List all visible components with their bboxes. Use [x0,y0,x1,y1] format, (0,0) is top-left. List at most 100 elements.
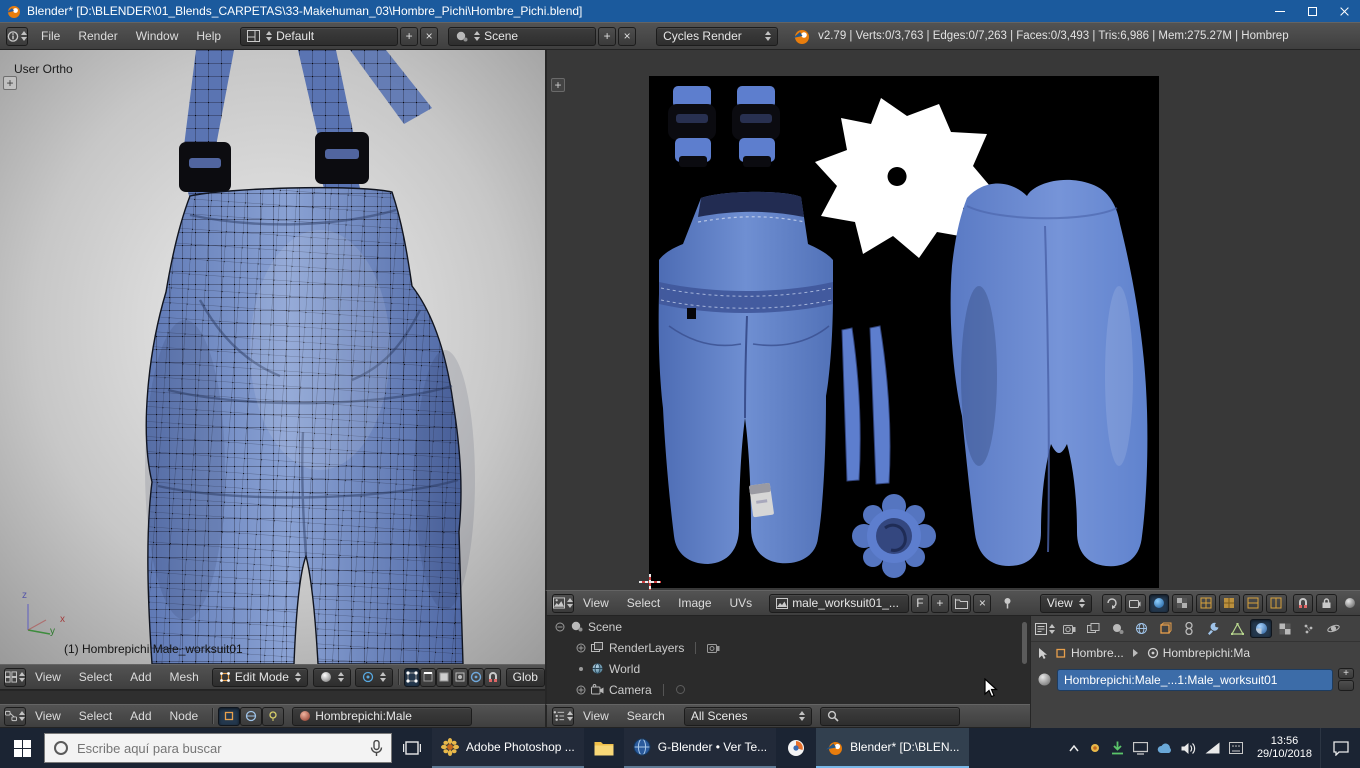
tab-scene[interactable] [1106,619,1128,638]
unlink-image-button[interactable]: × [973,594,991,613]
node-menu-view[interactable]: View [26,705,70,727]
tray-display-icon[interactable] [1133,742,1148,755]
viewport-shading-selector[interactable] [313,668,351,687]
v3d-menu-view[interactable]: View [26,665,70,689]
shader-type-lamp-button[interactable] [262,707,284,726]
uv-menu-view[interactable]: View [574,591,618,615]
editor-type-outliner[interactable] [552,707,574,726]
tile-button-3[interactable] [1243,594,1263,613]
tab-physics[interactable] [1322,619,1344,638]
outliner-filter-selector[interactable]: All Scenes [684,707,812,726]
editor-type-image[interactable] [552,594,574,613]
scene-field[interactable]: Scene [448,27,596,46]
tray-volume-icon[interactable] [1181,742,1196,755]
editor-type-properties[interactable] [1034,619,1056,638]
tab-texture[interactable] [1274,619,1296,638]
menu-file[interactable]: File [32,23,69,49]
outliner-search-field[interactable] [820,707,960,726]
edge-select-button[interactable] [420,668,436,687]
uv-image-editor[interactable]: + [545,50,1360,590]
scopes-button[interactable] [1340,594,1360,613]
editor-type-node[interactable] [4,707,26,726]
microphone-icon[interactable] [370,740,383,757]
taskbar-file-explorer[interactable] [584,728,624,768]
outliner[interactable]: Scene RenderLayers World Camera [545,616,1030,704]
close-button[interactable] [1328,0,1360,22]
outliner-menu-search[interactable]: Search [618,705,674,727]
tab-object[interactable] [1154,619,1176,638]
delete-scene-button[interactable]: × [618,27,636,46]
screen-layout-field[interactable]: Default [240,27,398,46]
add-scene-button[interactable]: + [598,27,616,46]
taskbar-search[interactable] [44,733,392,763]
uv-toolbar-expand-button[interactable]: + [551,78,565,92]
breadcrumb-object[interactable]: Hombre... [1055,646,1124,660]
tile-button-4[interactable] [1266,594,1286,613]
node-menu-node[interactable]: Node [161,705,208,727]
menu-help[interactable]: Help [187,23,230,49]
datablock-name-field[interactable]: Hombrepichi:Male_...1:Male_worksuit01 [1057,669,1333,691]
tab-render[interactable] [1058,619,1080,638]
v3d-menu-select[interactable]: Select [70,665,121,689]
shader-type-object-button[interactable] [218,707,240,726]
image-datablock-field[interactable]: male_worksuit01_... [769,594,909,613]
taskbar-app-blender[interactable]: Blender* [D:\BLEN... [816,728,968,768]
tab-constraints[interactable] [1178,619,1200,638]
display-channels-color-button[interactable] [1149,594,1169,613]
taskbar-app-browser-gblender[interactable]: G-Blender • Ver Te... [624,728,776,768]
viewport-3d[interactable]: User Ortho + z y x (1) Hombrepichi:Male_… [0,50,545,664]
proportional-edit-button[interactable] [468,668,484,687]
tab-world[interactable] [1130,619,1152,638]
tile-button-1[interactable] [1196,594,1216,613]
node-menu-select[interactable]: Select [70,705,121,727]
uv-menu-uvs[interactable]: UVs [721,591,762,615]
tab-particles[interactable] [1298,619,1320,638]
display-channels-alpha-button[interactable] [1172,594,1192,613]
outliner-scrollbar[interactable] [1022,622,1027,664]
tray-cloud-icon[interactable] [1157,743,1172,754]
new-image-button[interactable]: + [931,594,949,613]
taskbar-app-browser2[interactable] [776,728,816,768]
vertex-select-button[interactable] [404,668,420,687]
pointer-icon[interactable] [1037,647,1050,660]
properties-editor[interactable]: Hombre... Hombrepichi:Ma Hombrepichi:Mal… [1030,616,1360,728]
editor-type-selector[interactable] [6,27,28,46]
uv-menu-select[interactable]: Select [618,591,669,615]
minimize-button[interactable] [1264,0,1296,22]
outliner-row-world[interactable]: World [547,658,1030,679]
snap-uv-button[interactable] [1293,594,1313,613]
outliner-row-scene[interactable]: Scene [547,616,1030,637]
taskbar-app-photoshop[interactable]: Adobe Photoshop ... [432,728,584,768]
taskbar-clock[interactable]: 13:56 29/10/2018 [1249,735,1320,761]
task-view-button[interactable] [392,728,432,768]
v3d-menu-mesh[interactable]: Mesh [161,665,208,689]
tray-caret-icon[interactable] [1069,745,1079,752]
start-button[interactable] [0,728,44,768]
v3d-menu-add[interactable]: Add [121,665,160,689]
fake-user-button[interactable]: F [911,594,929,613]
shader-type-world-button[interactable] [240,707,262,726]
add-layout-button[interactable]: + [400,27,418,46]
transform-orientation-selector[interactable]: Glob [506,668,545,687]
restrict-icon[interactable] [675,684,686,695]
taskbar-search-input[interactable] [77,741,362,756]
pin-image-button[interactable] [997,594,1017,613]
tab-modifiers[interactable] [1202,619,1224,638]
material-datablock-field[interactable]: Hombrepichi:Male [292,707,472,726]
node-editor-area[interactable] [0,690,545,704]
tab-render-layers[interactable] [1082,619,1104,638]
maximize-button[interactable] [1296,0,1328,22]
delete-layout-button[interactable]: × [420,27,438,46]
tray-keyboard-icon[interactable] [1229,742,1243,754]
datablock-extra-button[interactable] [1338,680,1354,691]
tab-material[interactable] [1250,619,1272,638]
image-editor-mode-selector[interactable]: View [1040,594,1092,613]
render-slot-button[interactable] [1125,594,1145,613]
render-engine-selector[interactable]: Cycles Render [656,27,778,46]
menu-window[interactable]: Window [127,23,188,49]
face-select-button[interactable] [436,668,452,687]
menu-render[interactable]: Render [69,23,126,49]
pivot-point-selector[interactable] [355,668,393,687]
outliner-menu-view[interactable]: View [574,705,618,727]
outliner-row-camera[interactable]: Camera [547,679,1030,700]
